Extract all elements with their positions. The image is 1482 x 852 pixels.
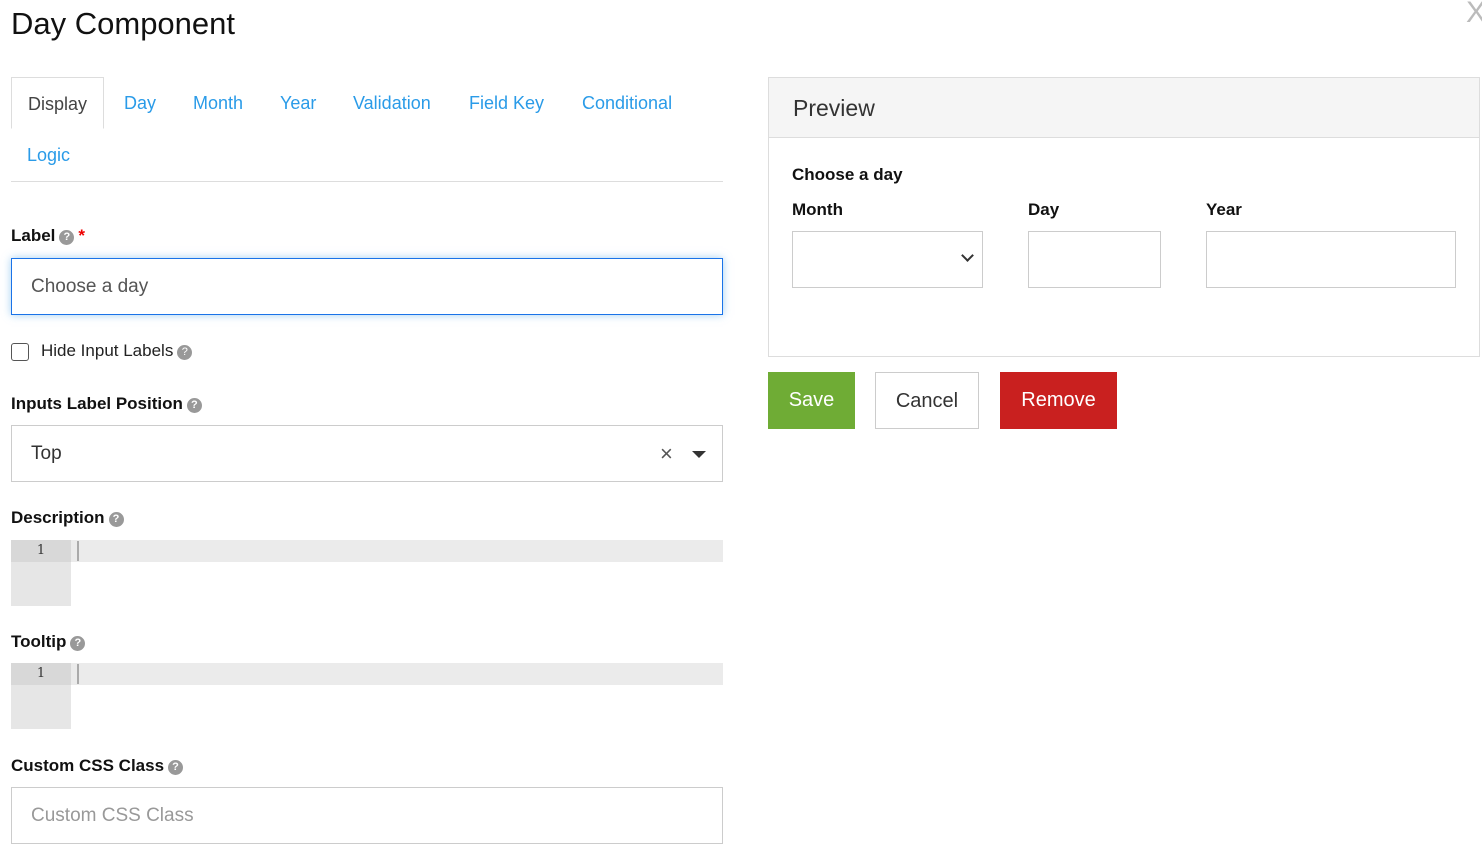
tab-logic[interactable]: Logic [11, 129, 86, 181]
editor-line [71, 540, 723, 562]
preview-title: Preview [769, 78, 1479, 138]
hide-input-labels-label[interactable]: Hide Input Labels? [41, 341, 193, 361]
label-text: Custom CSS Class [11, 756, 165, 775]
month-label: Month [792, 200, 843, 219]
line-number: 1 [11, 663, 71, 685]
inputs-label-position-label: Inputs Label Position? [11, 394, 202, 414]
label-text: Description [11, 508, 105, 527]
page-title: Day Component [11, 6, 236, 41]
label-position-select[interactable]: Top × [11, 425, 723, 482]
preview-field-label: Choose a day [792, 165, 903, 184]
select-value: Top [31, 443, 62, 464]
save-button[interactable]: Save [768, 372, 855, 429]
tab-bar: Display Day Month Year Validation Field … [11, 77, 723, 182]
tab-display[interactable]: Display [11, 77, 105, 129]
tab-validation[interactable]: Validation [337, 77, 447, 129]
tooltip-label: Tooltip? [11, 632, 86, 652]
tab-month[interactable]: Month [177, 77, 259, 129]
label-text: Tooltip [11, 632, 67, 651]
caret-down-icon[interactable] [692, 451, 706, 458]
remove-button[interactable]: Remove [1000, 372, 1117, 429]
label-text: Label [11, 226, 56, 245]
tooltip-editor[interactable]: 1 [11, 663, 723, 729]
year-label: Year [1206, 200, 1242, 219]
hide-input-labels-checkbox[interactable] [11, 343, 29, 361]
month-select[interactable] [792, 231, 983, 288]
tab-year[interactable]: Year [264, 77, 332, 129]
placeholder: Custom CSS Class [31, 805, 194, 826]
help-icon[interactable]: ? [168, 760, 184, 775]
label-field-label: Label? * [11, 226, 85, 246]
clear-icon[interactable]: × [660, 426, 673, 481]
help-icon[interactable]: ? [70, 636, 86, 651]
close-button[interactable]: X [1466, 0, 1482, 30]
tab-field-key[interactable]: Field Key [453, 77, 560, 129]
label-text: Inputs Label Position [11, 394, 183, 413]
help-icon[interactable]: ? [186, 398, 202, 413]
help-icon[interactable]: ? [59, 230, 75, 245]
custom-css-class-input[interactable]: Custom CSS Class [11, 787, 723, 844]
day-label: Day [1028, 200, 1060, 219]
day-input[interactable] [1028, 231, 1161, 288]
year-input[interactable] [1206, 231, 1456, 288]
line-number: 1 [11, 540, 71, 562]
required-marker: * [78, 226, 86, 245]
help-icon[interactable]: ? [108, 512, 124, 527]
description-label: Description? [11, 508, 124, 528]
cancel-button[interactable]: Cancel [875, 372, 979, 429]
preview-panel: Preview Choose a day Month Day Year [768, 77, 1480, 357]
chevron-down-icon [961, 249, 974, 262]
hide-input-labels-text: Hide Input Labels [41, 341, 174, 360]
description-editor[interactable]: 1 [11, 540, 723, 606]
tab-day[interactable]: Day [108, 77, 172, 129]
text-cursor [77, 664, 79, 684]
editor-line [71, 663, 723, 685]
text-cursor [77, 541, 79, 561]
tab-conditional[interactable]: Conditional [566, 77, 688, 129]
label-input[interactable]: Choose a day [11, 258, 723, 315]
help-icon[interactable]: ? [177, 345, 193, 360]
custom-css-class-label: Custom CSS Class? [11, 756, 184, 776]
